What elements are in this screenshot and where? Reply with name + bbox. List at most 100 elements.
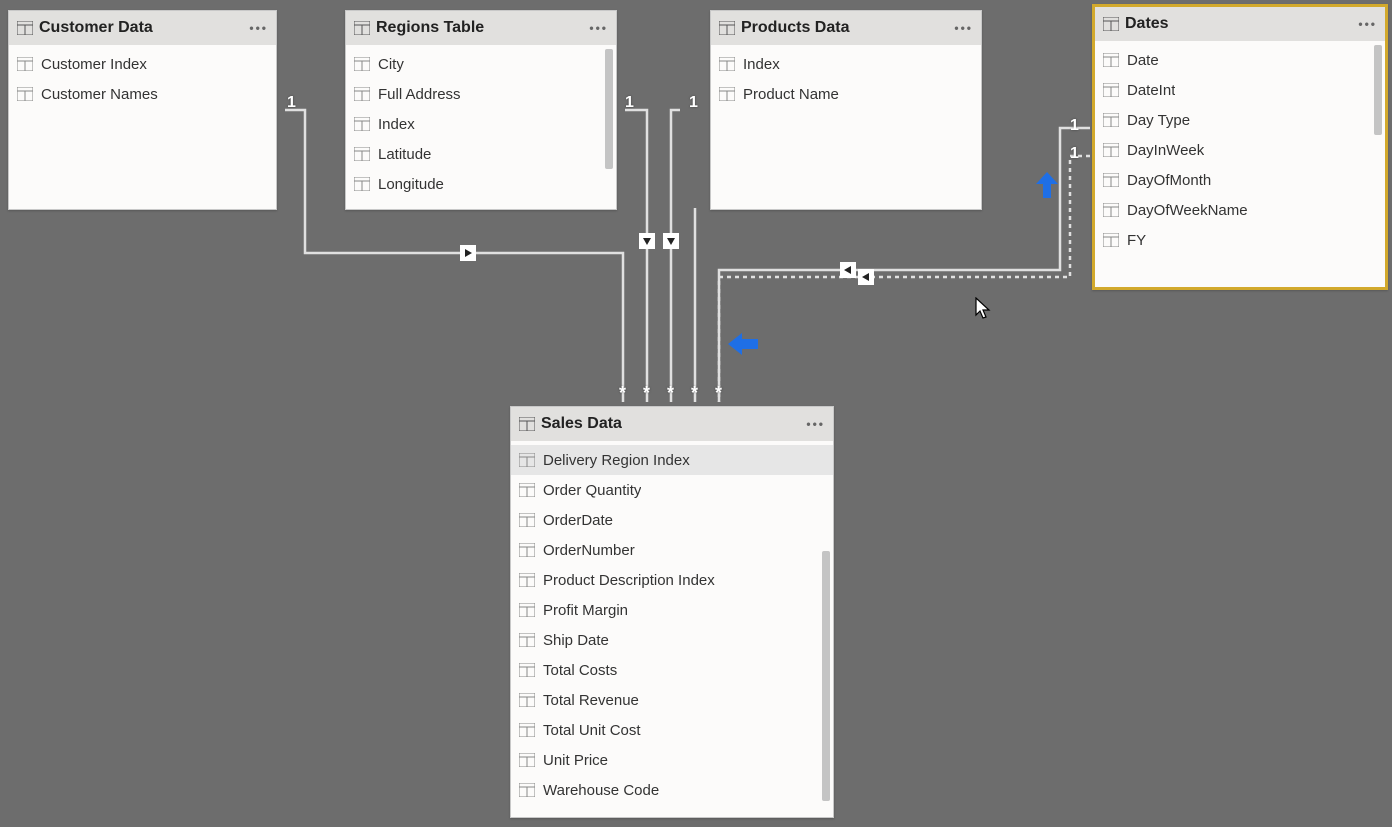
table-title: Products Data [741, 19, 954, 37]
column-icon [519, 753, 535, 767]
table-field[interactable]: Product Description Index [511, 565, 833, 595]
table-header[interactable]: Customer Data ••• [9, 11, 276, 45]
column-icon [519, 573, 535, 587]
column-icon [519, 483, 535, 497]
field-label: Unit Price [543, 752, 608, 769]
table-field[interactable]: DateInt [1095, 75, 1385, 105]
field-label: Product Name [743, 86, 839, 103]
table-field[interactable]: Product Name [711, 79, 981, 109]
table-field[interactable]: Total Unit Cost [511, 715, 833, 745]
field-label: DateInt [1127, 82, 1175, 99]
annotation-arrow-up [1036, 172, 1058, 203]
cardinality-many: * [667, 383, 674, 404]
more-icon[interactable]: ••• [806, 417, 825, 431]
table-header[interactable]: Dates ••• [1095, 7, 1385, 41]
table-field[interactable]: Unit Price [511, 745, 833, 775]
field-label: Order Quantity [543, 482, 641, 499]
column-icon [1103, 203, 1119, 217]
table-field[interactable]: Customer Index [9, 49, 276, 79]
cardinality-many: * [643, 383, 650, 404]
column-icon [1103, 83, 1119, 97]
field-label: Warehouse Code [543, 782, 659, 799]
table-field[interactable]: Ship Date [511, 625, 833, 655]
more-icon[interactable]: ••• [249, 21, 268, 35]
direction-marker [460, 245, 476, 261]
cardinality-one: 1 [1070, 117, 1079, 135]
table-field[interactable]: FY [1095, 225, 1385, 255]
table-field[interactable]: Delivery Region Index [511, 445, 833, 475]
field-label: Profit Margin [543, 602, 628, 619]
table-field[interactable]: Index [346, 109, 616, 139]
field-label: OrderNumber [543, 542, 635, 559]
table-field[interactable]: DayOfWeekName [1095, 195, 1385, 225]
table-field[interactable]: Index [711, 49, 981, 79]
table-header[interactable]: Regions Table ••• [346, 11, 616, 45]
scrollbar[interactable] [1374, 45, 1382, 135]
cardinality-many: * [691, 383, 698, 404]
field-label: Day Type [1127, 112, 1190, 129]
table-field[interactable]: DayOfMonth [1095, 165, 1385, 195]
table-body: Date DateInt Day Type DayInWeek DayOfMon… [1095, 41, 1385, 287]
column-icon [519, 543, 535, 557]
column-icon [719, 57, 735, 71]
table-field[interactable]: Warehouse Code [511, 775, 833, 805]
field-label: Delivery Region Index [543, 452, 690, 469]
table-header[interactable]: Products Data ••• [711, 11, 981, 45]
table-field[interactable]: Order Quantity [511, 475, 833, 505]
table-field[interactable]: Date [1095, 45, 1385, 75]
more-icon[interactable]: ••• [589, 21, 608, 35]
table-title: Customer Data [39, 19, 249, 37]
model-canvas[interactable]: 1 1 1 1 1 * * * * * Customer Data ••• Cu… [0, 0, 1392, 827]
field-label: Total Costs [543, 662, 617, 679]
direction-marker [663, 233, 679, 249]
table-sales[interactable]: Sales Data ••• Delivery Region Index Ord… [510, 406, 834, 818]
scrollbar[interactable] [605, 49, 613, 169]
table-field[interactable]: Total Costs [511, 655, 833, 685]
table-customer-data[interactable]: Customer Data ••• Customer Index Custome… [8, 10, 277, 210]
table-title: Sales Data [541, 415, 806, 433]
column-icon [354, 57, 370, 71]
table-field[interactable]: Latitude [346, 139, 616, 169]
table-field[interactable]: OrderNumber [511, 535, 833, 565]
table-icon [719, 21, 735, 35]
column-icon [1103, 173, 1119, 187]
table-field[interactable]: City [346, 49, 616, 79]
field-label: Index [378, 116, 415, 133]
field-label: Total Revenue [543, 692, 639, 709]
table-dates[interactable]: Dates ••• Date DateInt Day Type DayInWee… [1092, 4, 1388, 290]
table-field[interactable]: Profit Margin [511, 595, 833, 625]
table-icon [17, 21, 33, 35]
table-field[interactable]: DayInWeek [1095, 135, 1385, 165]
scrollbar[interactable] [822, 551, 830, 801]
direction-marker [858, 269, 874, 285]
field-label: Longitude [378, 176, 444, 193]
column-icon [1103, 233, 1119, 247]
table-regions[interactable]: Regions Table ••• City Full Address Inde… [345, 10, 617, 210]
column-icon [719, 87, 735, 101]
table-icon [519, 417, 535, 431]
table-field[interactable]: Longitude [346, 169, 616, 199]
more-icon[interactable]: ••• [1358, 17, 1377, 31]
table-field[interactable]: Full Address [346, 79, 616, 109]
table-field[interactable]: Customer Names [9, 79, 276, 109]
table-field[interactable]: Day Type [1095, 105, 1385, 135]
table-field[interactable]: OrderDate [511, 505, 833, 535]
direction-marker [840, 262, 856, 278]
table-header[interactable]: Sales Data ••• [511, 407, 833, 441]
column-icon [519, 783, 535, 797]
field-label: Total Unit Cost [543, 722, 641, 739]
field-label: DayOfWeekName [1127, 202, 1248, 219]
direction-marker [639, 233, 655, 249]
field-label: DayOfMonth [1127, 172, 1211, 189]
more-icon[interactable]: ••• [954, 21, 973, 35]
table-field[interactable]: Total Revenue [511, 685, 833, 715]
table-icon [354, 21, 370, 35]
field-label: Date [1127, 52, 1159, 69]
column-icon [519, 603, 535, 617]
table-body: Index Product Name [711, 45, 981, 209]
table-products[interactable]: Products Data ••• Index Product Name [710, 10, 982, 210]
column-icon [519, 663, 535, 677]
column-icon [354, 87, 370, 101]
field-label: Ship Date [543, 632, 609, 649]
field-label: Index [743, 56, 780, 73]
